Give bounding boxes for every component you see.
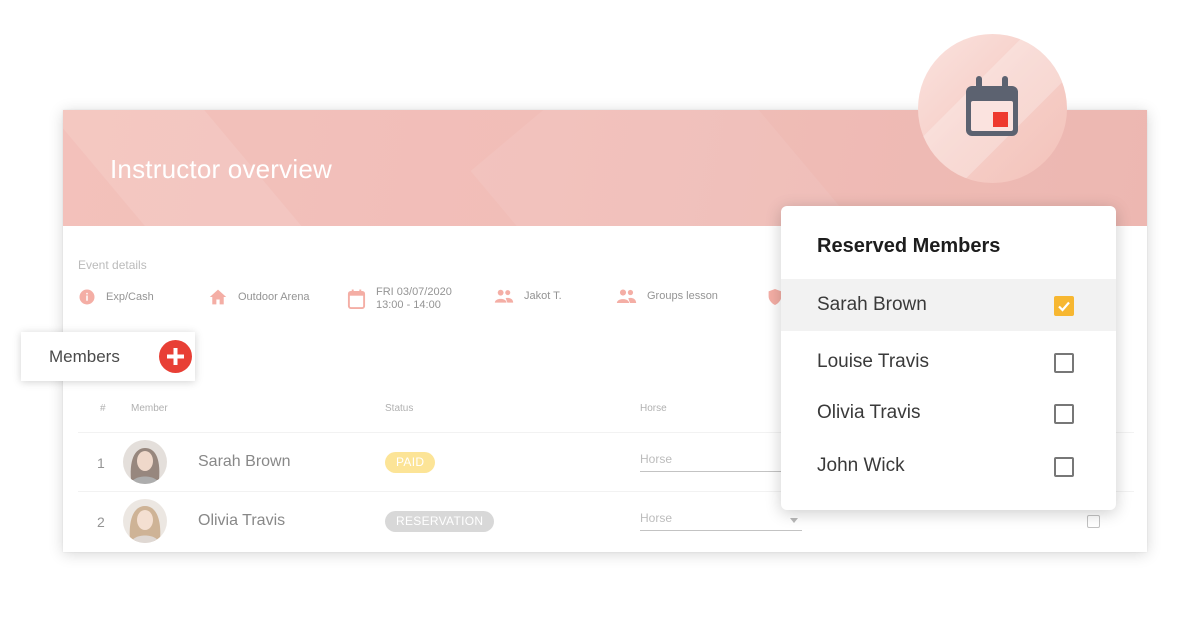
calendar-badge	[918, 34, 1067, 183]
date-text: FRI 03/07/2020	[376, 286, 452, 298]
status-badge: PAID	[385, 452, 436, 473]
calendar-icon	[966, 76, 1018, 136]
reserved-member-item[interactable]: Sarah Brown	[781, 279, 1116, 331]
row-number: 2	[97, 514, 105, 530]
lesson-type-text: Groups lesson	[647, 290, 718, 302]
chevron-down-icon	[790, 518, 798, 523]
member-name: Olivia Travis	[198, 512, 286, 529]
horse-select-placeholder: Horse	[640, 452, 673, 466]
page-title: Instructor overview	[110, 154, 332, 184]
plus-icon	[167, 348, 184, 365]
checkmark-icon	[1058, 301, 1070, 312]
row-checkbox[interactable]	[1087, 515, 1100, 528]
reserved-members-title: Reserved Members	[817, 235, 1001, 257]
date-detail: FRI 03/07/2020 13:00 - 14:00	[347, 286, 452, 312]
horse-select[interactable]: Horse	[640, 507, 802, 531]
column-header-horse: Horse	[640, 403, 667, 414]
payment-detail: Exp/Cash	[78, 288, 154, 306]
reserved-member-name: John Wick	[817, 455, 905, 476]
reserved-member-checkbox[interactable]	[1054, 296, 1074, 316]
reserved-member-name: Sarah Brown	[817, 294, 927, 315]
member-name: Sarah Brown	[198, 453, 291, 470]
avatar	[123, 440, 167, 484]
payment-text: Exp/Cash	[106, 291, 154, 303]
status-badge: RESERVATION	[385, 511, 495, 532]
time-text: 13:00 - 14:00	[376, 299, 441, 311]
date-time: FRI 03/07/2020 13:00 - 14:00	[376, 286, 452, 312]
members-label: Members	[49, 346, 120, 366]
reserved-member-item[interactable]: Olivia Travis	[781, 387, 1116, 439]
lesson-type-detail: Groups lesson	[616, 288, 718, 304]
reserved-member-checkbox[interactable]	[1054, 404, 1074, 424]
group-icon	[616, 289, 637, 303]
reserved-member-checkbox[interactable]	[1054, 457, 1074, 477]
add-member-button[interactable]	[159, 340, 192, 373]
row-number: 1	[97, 455, 105, 471]
reserved-member-checkbox[interactable]	[1054, 353, 1074, 373]
column-header-status: Status	[385, 403, 414, 414]
members-chip: Members	[21, 332, 195, 381]
calendar-icon	[347, 289, 366, 309]
home-icon	[209, 289, 227, 305]
column-header-member: Member	[131, 403, 168, 414]
avatar	[123, 499, 167, 543]
horse-select-placeholder: Horse	[640, 511, 673, 525]
column-header-num: #	[100, 403, 106, 414]
instructor-text: Jakot T.	[524, 290, 562, 302]
reserved-member-item[interactable]: John Wick	[781, 440, 1116, 492]
person-icon	[494, 289, 514, 303]
location-detail: Outdoor Arena	[208, 288, 310, 306]
reserved-member-name: Olivia Travis	[817, 402, 921, 423]
reserved-member-item[interactable]: Louise Travis	[781, 336, 1116, 388]
reserved-members-popup: Reserved Members Sarah Brown Louise Trav…	[781, 206, 1116, 510]
location-text: Outdoor Arena	[238, 291, 310, 303]
stage: Instructor overview Event details Exp/Ca…	[0, 0, 1200, 619]
instructor-detail: Jakot T.	[494, 288, 562, 304]
reserved-member-name: Louise Travis	[817, 351, 929, 372]
event-details-label: Event details	[78, 258, 147, 272]
horse-select[interactable]: Horse	[640, 448, 802, 472]
info-icon	[79, 289, 95, 305]
